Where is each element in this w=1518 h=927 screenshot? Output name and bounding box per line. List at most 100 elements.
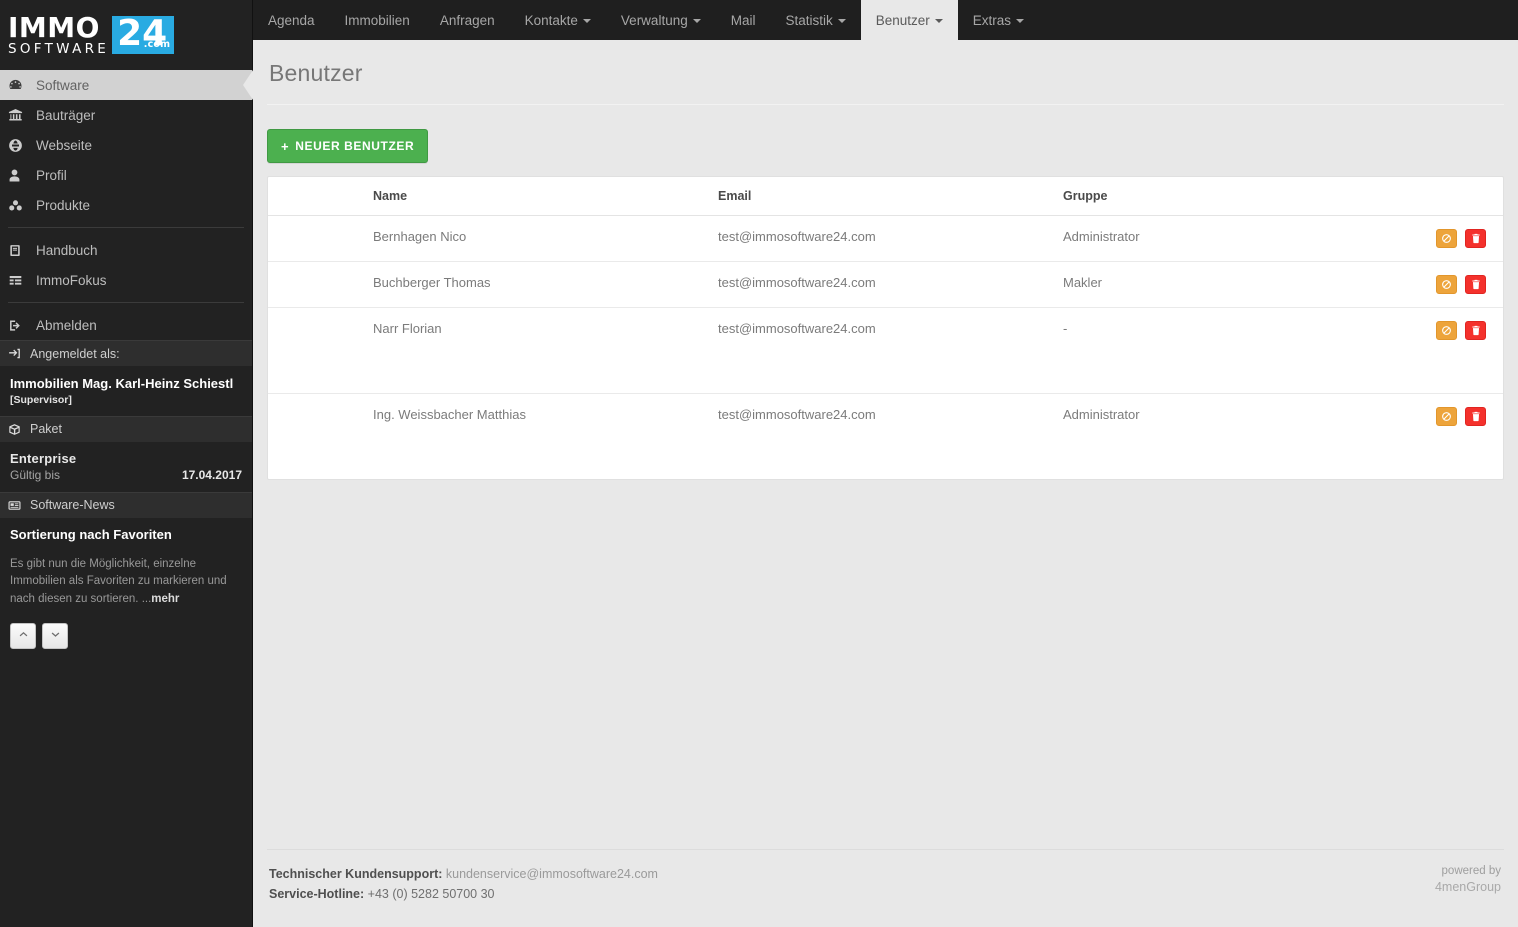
sidebar-item-produkte[interactable]: Produkte bbox=[0, 190, 252, 220]
cubes-icon bbox=[8, 198, 30, 213]
ban-user-button[interactable] bbox=[1436, 407, 1458, 426]
chevron-down-icon bbox=[51, 630, 60, 641]
topnav-item-label: Benutzer bbox=[875, 12, 930, 28]
trash-icon bbox=[1471, 325, 1481, 336]
footer-support-email[interactable]: kundenservice@immosoftware24.com bbox=[446, 867, 658, 881]
row-spacer-cell bbox=[268, 307, 365, 394]
delete-user-button[interactable] bbox=[1465, 229, 1486, 248]
dashboard-icon bbox=[8, 78, 30, 93]
sidebar-item-label: Produkte bbox=[36, 197, 91, 213]
topnav-item-kontakte[interactable]: Kontakte bbox=[510, 0, 606, 40]
trash-icon bbox=[1471, 233, 1481, 244]
paket-valid-date: 17.04.2017 bbox=[181, 467, 242, 482]
delete-user-button[interactable] bbox=[1465, 321, 1486, 340]
title-divider bbox=[267, 104, 1504, 105]
sidebar: IMMO SOFTWARE 24 .com Software Bauträger… bbox=[0, 0, 253, 927]
new-user-button-label: NEUER BENUTZER bbox=[295, 139, 415, 153]
logo-dotcom-text: .com bbox=[143, 39, 171, 51]
sidebar-item-handbuch[interactable]: Handbuch bbox=[0, 235, 252, 265]
topnav-item-label: Statistik bbox=[785, 12, 833, 28]
paket-panel-header: Paket bbox=[0, 415, 252, 442]
sidebar-item-webseite[interactable]: Webseite bbox=[0, 130, 252, 160]
users-table-head: Name Email Gruppe bbox=[268, 177, 1503, 216]
users-table-panel: Name Email Gruppe Bernhagen Nico test@im… bbox=[267, 176, 1504, 480]
chevron-down-icon bbox=[837, 19, 846, 23]
row-email-cell: test@immosoftware24.com bbox=[710, 215, 1055, 262]
topnav-item-benutzer[interactable]: Benutzer bbox=[860, 0, 958, 40]
logo[interactable]: IMMO SOFTWARE 24 .com bbox=[0, 0, 252, 70]
topnav-item-verwaltung[interactable]: Verwaltung bbox=[606, 0, 716, 40]
topnav-item-extras[interactable]: Extras bbox=[958, 0, 1039, 40]
chevron-down-icon bbox=[692, 19, 701, 23]
news-text-body: Es gibt nun die Möglichkeit, einzelne Im… bbox=[10, 557, 227, 606]
delete-user-button[interactable] bbox=[1465, 275, 1486, 294]
ban-user-button[interactable] bbox=[1436, 275, 1458, 294]
footer-powered-label: powered by bbox=[1441, 864, 1501, 877]
delete-user-button[interactable] bbox=[1465, 407, 1486, 426]
chevron-up-icon bbox=[19, 630, 28, 641]
new-user-button[interactable]: + NEUER BENUTZER bbox=[267, 129, 429, 163]
sign-in-icon bbox=[8, 347, 26, 360]
topnav-item-label: Mail bbox=[730, 12, 756, 28]
ban-icon bbox=[1441, 325, 1452, 336]
row-actions-cell bbox=[1383, 307, 1503, 394]
account-panel-header: Angemeldet als: bbox=[0, 340, 252, 366]
chevron-down-icon bbox=[582, 19, 591, 23]
logo-24-badge: 24 .com bbox=[112, 15, 175, 55]
topnav-item-label: Kontakte bbox=[524, 12, 578, 28]
ban-user-button[interactable] bbox=[1436, 229, 1458, 248]
topnav-item-anfragen[interactable]: Anfragen bbox=[425, 0, 510, 40]
sidebar-item-software[interactable]: Software bbox=[0, 70, 253, 100]
row-name-cell: Ing. Weissbacher Matthias bbox=[373, 407, 526, 422]
sidebar-item-label: Handbuch bbox=[36, 242, 98, 258]
table-row[interactable]: Bernhagen Nico test@immosoftware24.com A… bbox=[268, 215, 1503, 262]
paket-panel-header-label: Paket bbox=[30, 422, 62, 437]
sidebar-nav-secondary: Handbuch ImmoFokus bbox=[0, 235, 252, 295]
news-more-link[interactable]: mehr bbox=[151, 593, 179, 605]
news-next-button[interactable] bbox=[42, 622, 68, 649]
topnav-item-label: Immobilien bbox=[344, 12, 410, 28]
footer-hotline-label: Service-Hotline: bbox=[269, 887, 365, 902]
table-header-name: Name bbox=[365, 177, 710, 216]
account-panel-header-label: Angemeldet als: bbox=[30, 346, 120, 361]
topnav-item-immobilien[interactable]: Immobilien bbox=[330, 0, 425, 40]
table-row[interactable]: Narr Florian test@immosoftware24.com - bbox=[268, 307, 1503, 394]
row-actions-cell bbox=[1383, 261, 1503, 308]
sidebar-item-immofokus[interactable]: ImmoFokus bbox=[0, 265, 252, 295]
topnav-item-mail[interactable]: Mail bbox=[716, 0, 771, 40]
ban-user-button[interactable] bbox=[1436, 321, 1458, 340]
table-header-gruppe: Gruppe bbox=[1055, 177, 1383, 216]
footer-powered-by: powered by 4menGroup bbox=[1435, 864, 1501, 895]
news-panel-header: Software-News bbox=[0, 491, 252, 518]
sidebar-item-profil[interactable]: Profil bbox=[0, 160, 252, 190]
plus-icon: + bbox=[281, 138, 290, 154]
row-actions-cell bbox=[1383, 215, 1503, 262]
logo-immo-text: IMMO bbox=[8, 10, 100, 44]
row-name-cell: Bernhagen Nico bbox=[365, 215, 710, 262]
table-header-actions bbox=[1383, 177, 1503, 216]
row-spacer-cell bbox=[268, 394, 365, 480]
news-panel-header-label: Software-News bbox=[30, 498, 115, 513]
table-header-row: Name Email Gruppe bbox=[268, 177, 1503, 216]
row-email-cell: test@immosoftware24.com bbox=[718, 407, 876, 422]
footer-support-line: Technischer Kundensupport: kundenservice… bbox=[269, 864, 658, 885]
row-actions-cell bbox=[1383, 394, 1503, 480]
sidebar-nav-tertiary: Abmelden bbox=[0, 310, 252, 340]
table-row[interactable]: Ing. Weissbacher Matthias test@immosoftw… bbox=[268, 394, 1503, 480]
ban-icon bbox=[1441, 233, 1452, 244]
paket-name: Enterprise bbox=[10, 450, 77, 466]
table-row[interactable]: Buchberger Thomas test@immosoftware24.co… bbox=[268, 261, 1503, 308]
sidebar-item-abmelden[interactable]: Abmelden bbox=[0, 310, 252, 340]
topnav-item-agenda[interactable]: Agenda bbox=[253, 0, 330, 40]
logo-software-text: SOFTWARE bbox=[8, 40, 110, 57]
logout-icon bbox=[8, 318, 30, 333]
chevron-down-icon bbox=[934, 19, 943, 23]
news-prev-button[interactable] bbox=[10, 622, 36, 649]
row-email-cell: test@immosoftware24.com bbox=[710, 307, 1055, 394]
footer-brand: 4menGroup bbox=[1434, 879, 1501, 894]
sidebar-item-label: Webseite bbox=[36, 137, 93, 153]
footer-contact: Technischer Kundensupport: kundenservice… bbox=[269, 864, 658, 905]
row-gruppe-cell: Administrator bbox=[1055, 215, 1383, 262]
sidebar-item-bautraeger[interactable]: Bauträger bbox=[0, 100, 252, 130]
topnav-item-statistik[interactable]: Statistik bbox=[770, 0, 860, 40]
